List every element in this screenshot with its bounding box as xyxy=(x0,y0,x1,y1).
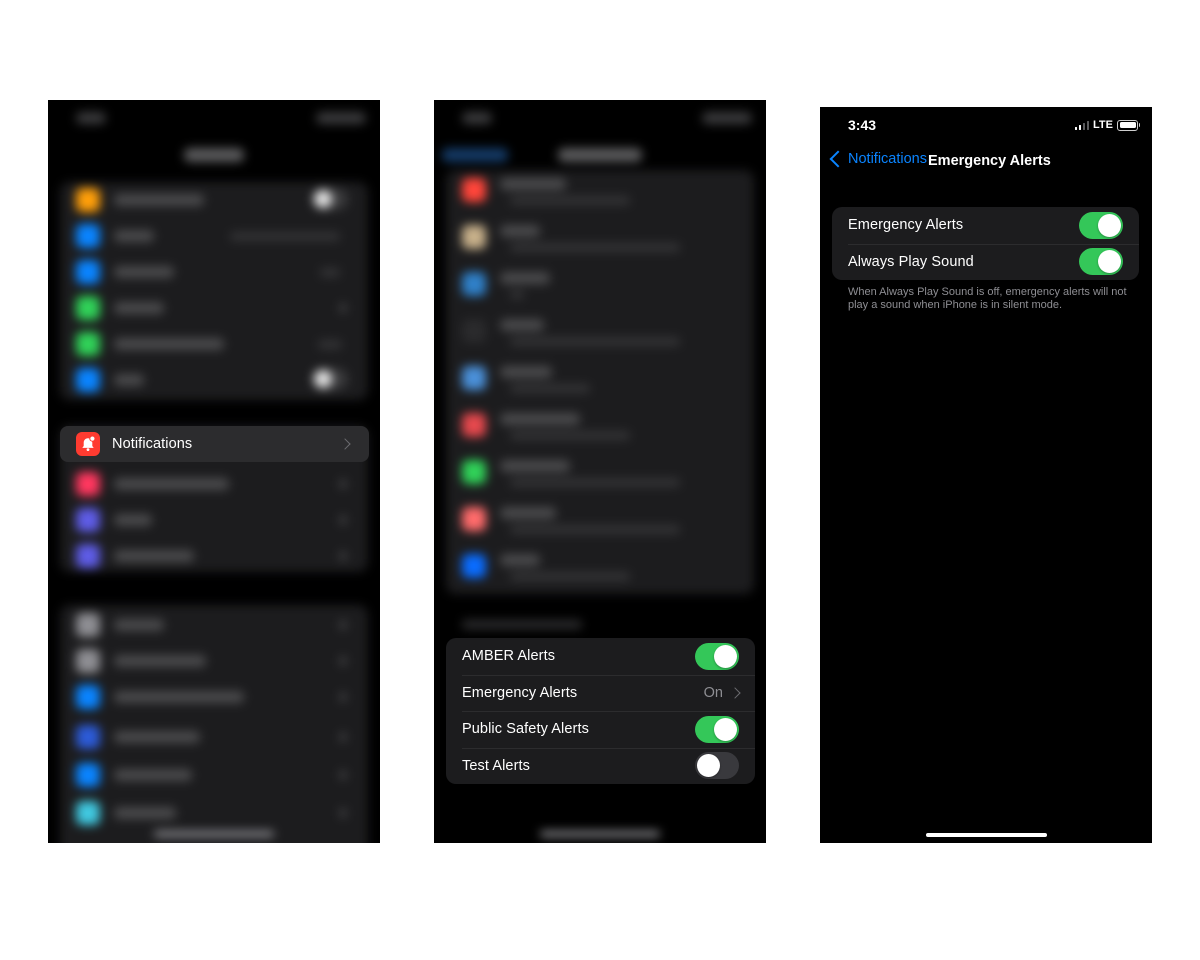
amber-alerts-row: AMBER Alerts xyxy=(446,638,755,675)
test-alerts-toggle[interactable] xyxy=(695,752,739,780)
blurred-settings-background xyxy=(48,100,380,843)
back-button-label: Notifications xyxy=(848,151,927,167)
page-title: Emergency Alerts xyxy=(928,153,1051,169)
always-play-sound-label: Always Play Sound xyxy=(848,253,974,270)
emergency-alerts-label: Emergency Alerts xyxy=(848,217,964,234)
emergency-alerts-screen: 3:43 LTE Notifications Emergency Alerts … xyxy=(820,107,1152,843)
settings-screen: Notifications xyxy=(48,100,380,843)
amber-alerts-toggle[interactable] xyxy=(695,642,739,670)
chevron-right-icon xyxy=(339,438,351,450)
back-chevron-icon xyxy=(829,150,847,168)
government-alerts-group: AMBER Alerts Emergency Alerts On Public … xyxy=(446,638,755,784)
amber-alerts-label: AMBER Alerts xyxy=(462,648,556,665)
home-indicator xyxy=(926,833,1047,837)
status-indicators: LTE xyxy=(1074,119,1140,131)
emergency-alerts-label: Emergency Alerts xyxy=(462,684,578,701)
notifications-label: Notifications xyxy=(112,436,193,452)
battery-icon xyxy=(1117,119,1140,131)
chevron-right-icon xyxy=(729,687,741,699)
status-time: 3:43 xyxy=(848,117,877,133)
back-button[interactable]: Notifications xyxy=(828,150,927,168)
emergency-alerts-value: On xyxy=(703,684,723,701)
emergency-alerts-group: Emergency Alerts Always Play Sound xyxy=(832,207,1139,280)
bell-badge-icon xyxy=(76,432,100,456)
public-safety-alerts-row: Public Safety Alerts xyxy=(446,711,755,748)
signal-icon xyxy=(1074,120,1090,130)
emergency-alerts-row[interactable]: Emergency Alerts On xyxy=(446,674,755,712)
test-alerts-label: Test Alerts xyxy=(462,757,530,774)
emergency-alerts-row: Emergency Alerts xyxy=(832,207,1139,244)
public-safety-alerts-toggle[interactable] xyxy=(695,715,739,743)
always-play-sound-toggle[interactable] xyxy=(1079,248,1123,276)
test-alerts-row: Test Alerts xyxy=(446,747,755,785)
footer-note: When Always Play Sound is off, emergency… xyxy=(848,286,1127,311)
public-safety-alerts-label: Public Safety Alerts xyxy=(462,721,589,738)
network-label: LTE xyxy=(1093,119,1113,131)
navigation-bar: Notifications Emergency Alerts xyxy=(820,150,1152,173)
emergency-alerts-toggle[interactable] xyxy=(1079,211,1123,239)
notifications-screen: AMBER Alerts Emergency Alerts On Public … xyxy=(434,100,766,843)
always-play-sound-row: Always Play Sound xyxy=(832,243,1139,281)
notifications-row[interactable]: Notifications xyxy=(60,426,369,462)
